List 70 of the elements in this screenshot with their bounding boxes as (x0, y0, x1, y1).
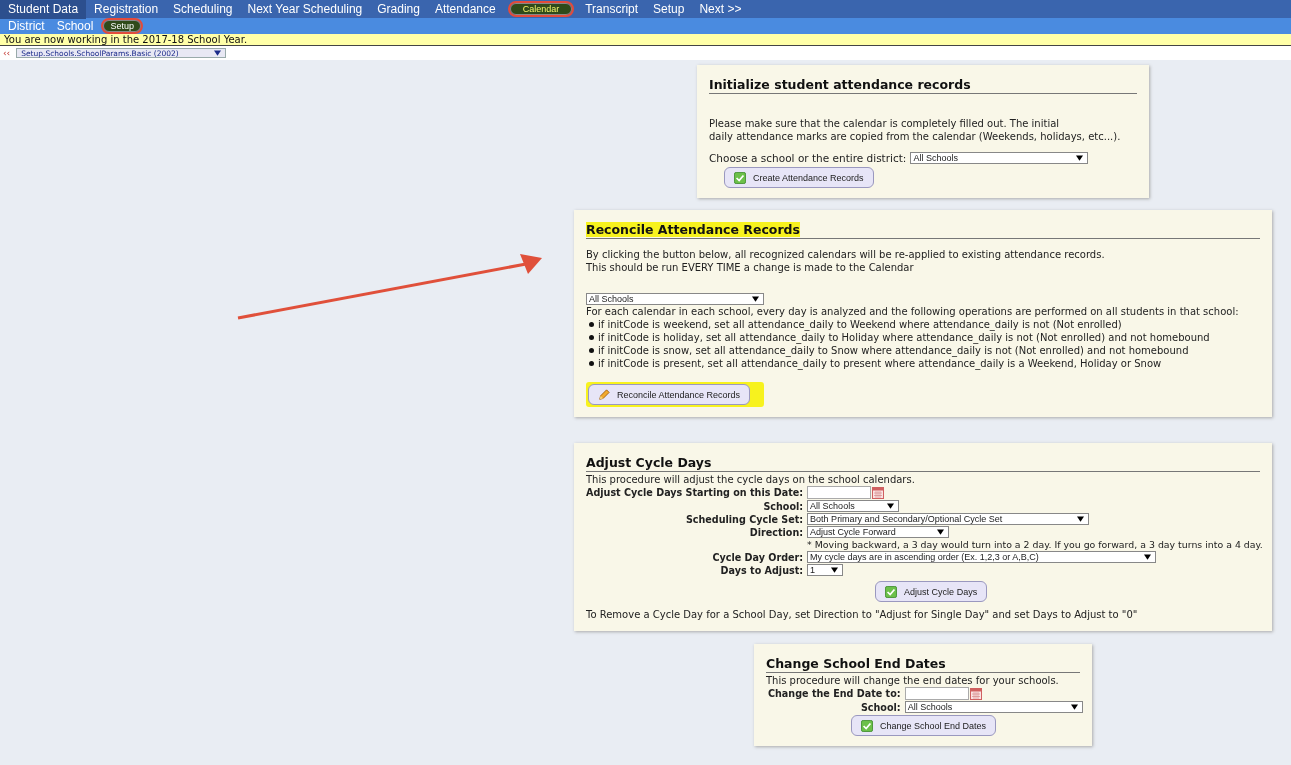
dropdown-arrow-icon (752, 296, 759, 302)
field-label: Days to Adjust: (719, 564, 804, 576)
field-label: School: (762, 500, 804, 512)
field-label: Adjust Cycle Days Starting on this Date: (586, 487, 804, 498)
menu-tab[interactable]: Scheduling (166, 0, 240, 18)
description-text: This procedure will change the end dates for your schools. (766, 674, 1060, 687)
bullet-icon (589, 322, 594, 327)
bullet-icon (589, 335, 594, 340)
field-label: Direction: (748, 526, 804, 538)
field-label: Scheduling Cycle Set: (684, 513, 804, 525)
rule-text: if initCode is present, set all attendance_daily to present where attendance_daily is a Weekend, Holiday or Snow (598, 357, 1162, 370)
reconcile-button[interactable]: Reconcile Attendance Records (588, 384, 751, 405)
bullet-icon (589, 361, 594, 366)
dropdown-arrow-icon (1144, 554, 1152, 560)
dropdown-arrow-icon (1076, 155, 1084, 161)
field-label: School: (859, 701, 901, 713)
instructions-text: By clicking the button below, all recognized calendars will be re-applied to existing attendance records. This should be run EVERY TIME a change is made to the Calendar (586, 248, 1106, 274)
checkmark-icon (885, 585, 898, 598)
school-select[interactable]: All Schools (586, 293, 764, 305)
dropdown-field[interactable]: All Schools (904, 701, 1083, 713)
calendar-icon[interactable] (872, 486, 885, 499)
back-link[interactable]: ‹‹ (3, 48, 11, 58)
menu-tab[interactable]: Grading (370, 0, 427, 18)
footer-note: To Remove a Cycle Day for a School Day, set Direction to "Adjust for Single Day" and set Days to Adjust to "0" (586, 608, 1139, 621)
panel-title: Reconcile Attendance Records (586, 222, 800, 237)
checkmark-icon (861, 719, 873, 732)
instructions-text: Please make sure that the calendar is completely filled out. The initial daily attendance marks are copied from the calendar (Weekends, holidays, etc...). (709, 117, 1122, 143)
field-label: Cycle Day Order: (711, 551, 804, 563)
menu-tab[interactable]: Next Year Scheduling (240, 0, 370, 18)
adjust-cycle-button[interactable]: Adjust Cycle Days (875, 581, 988, 602)
dropdown-field[interactable]: All Schools (807, 500, 899, 512)
menu-tab[interactable]: Registration (87, 0, 166, 18)
panel-title: Change School End Dates (766, 656, 1080, 673)
dropdown-arrow-icon (1077, 516, 1085, 522)
calendar-icon[interactable] (969, 687, 982, 700)
panel-title: Adjust Cycle Days (586, 455, 1260, 472)
sub-menu-tab[interactable]: Setup (103, 20, 141, 32)
bullet-icon (589, 348, 594, 353)
menu-tab[interactable]: Transcript (578, 0, 646, 18)
date-input[interactable] (807, 486, 872, 499)
dropdown-arrow-icon (886, 503, 894, 509)
dropdown-arrow-icon (830, 567, 838, 573)
menu-tab[interactable]: Calendar (509, 3, 573, 15)
dropdown-arrow-icon (1070, 704, 1078, 710)
rule-text: if initCode is weekend, set all attendance_daily to Weekend where attendance_daily is not (Not enrolled) (598, 318, 1122, 331)
note-text: * Moving backward, a 3 day would turn into a 2 day. If you go forward, a 3 day turns into a 4 day. (807, 539, 1263, 550)
school-year-banner: You are now working in the 2017-18 School Year. (0, 34, 1291, 46)
checkmark-icon (734, 171, 746, 184)
dropdown-field[interactable]: My cycle days are in ascending order (Ex. 1,2,3 or A,B,C) (807, 551, 1157, 563)
pencil-icon (598, 388, 610, 401)
intro-text: For each calendar in each school, every day is analyzed and the following operations are performed on all students in that school: (586, 305, 1240, 318)
panel-title: Initialize student attendance records (709, 77, 1137, 94)
rule-text: if initCode is snow, set all attendance_daily to Snow where attendance_daily is not (Not enrolled) and not homebound (598, 344, 1189, 357)
dropdown-arrow-icon (214, 50, 222, 56)
dropdown-field[interactable]: 1 (807, 564, 843, 576)
school-select[interactable]: All Schools (910, 152, 1089, 164)
description-text: This procedure will adjust the cycle days on the school calendars. (586, 473, 916, 486)
create-records-button[interactable]: Create Attendance Records (724, 167, 874, 188)
dropdown-field[interactable]: Both Primary and Secondary/Optional Cycle Set (807, 513, 1090, 525)
menu-tab[interactable]: Next >> (692, 0, 749, 18)
menu-tab[interactable]: Student Data (0, 0, 87, 19)
field-label: Change the End Date to: (768, 688, 901, 699)
rule-text: if initCode is holiday, set all attendance_daily to Holiday where attendance_daily is not (Not enrolled) and not homebound (598, 331, 1210, 344)
dropdown-field[interactable]: Adjust Cycle Forward (807, 526, 950, 538)
change-end-dates-button[interactable]: Change School End Dates (851, 715, 997, 736)
menu-tab[interactable]: Setup (646, 0, 692, 18)
dropdown-arrow-icon (937, 529, 945, 535)
date-input[interactable] (904, 687, 969, 700)
field-label: Choose a school or the entire district: (709, 152, 907, 164)
menu-tab[interactable]: Attendance (427, 0, 503, 18)
